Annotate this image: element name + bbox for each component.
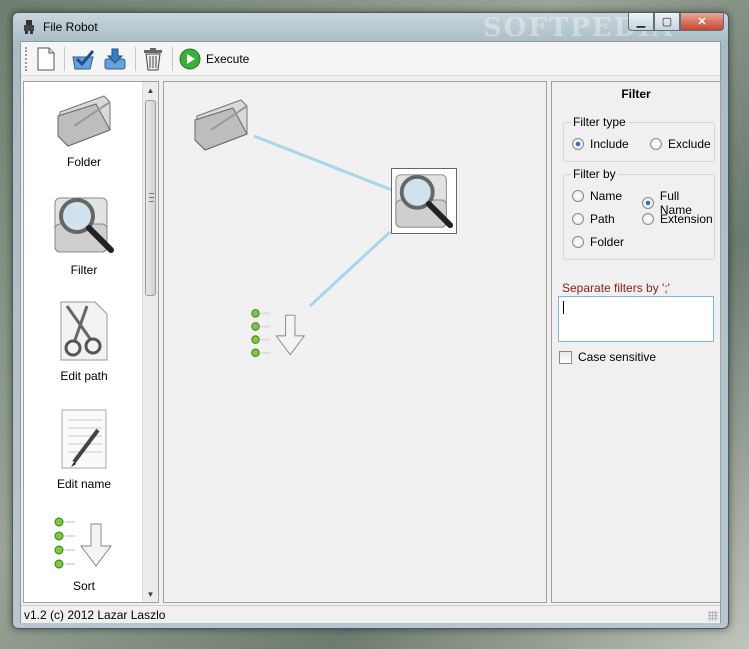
radio-indicator bbox=[650, 138, 662, 150]
robot-icon bbox=[24, 20, 34, 34]
radio-label: Name bbox=[590, 189, 623, 203]
radio-label: Folder bbox=[590, 235, 625, 249]
canvas-node-folder[interactable] bbox=[188, 94, 254, 155]
scissors-icon bbox=[60, 301, 108, 361]
radio-folder[interactable]: Folder bbox=[572, 235, 624, 249]
checkbox-box bbox=[559, 350, 572, 364]
minimize-icon: ▁ bbox=[636, 16, 646, 28]
magnifier-filter-icon bbox=[395, 174, 454, 229]
new-button[interactable] bbox=[34, 46, 58, 72]
palette-item-label: Edit name bbox=[56, 477, 112, 491]
palette-item-label: Sort bbox=[72, 579, 95, 593]
open-button[interactable] bbox=[69, 46, 99, 72]
window-title: File Robot bbox=[43, 20, 98, 34]
node-palette: Folder Filter Edit path Edit name Sort ▲… bbox=[23, 81, 159, 603]
canvas-node-sort[interactable] bbox=[248, 306, 310, 365]
save-button[interactable] bbox=[101, 46, 129, 72]
palette-item-edit-path[interactable]: Edit path bbox=[24, 300, 144, 383]
group-label: Filter type bbox=[571, 115, 628, 129]
separator-hint: Separate filters by ';' bbox=[562, 281, 670, 295]
trash-icon bbox=[144, 47, 162, 70]
palette-item-label: Folder bbox=[66, 155, 101, 169]
link-folder-filter bbox=[253, 134, 393, 192]
execute-label: Execute bbox=[206, 51, 250, 66]
play-icon bbox=[179, 48, 201, 69]
maximize-icon: ▢ bbox=[661, 16, 673, 28]
magnifier-filter-icon bbox=[54, 197, 114, 253]
new-document-icon bbox=[37, 47, 55, 70]
folder-icon bbox=[194, 99, 248, 151]
toolbar-grip[interactable] bbox=[25, 46, 28, 71]
palette-item-sort[interactable]: Sort bbox=[24, 516, 144, 593]
palette-item-label: Filter bbox=[70, 263, 98, 277]
palette-item-edit-name[interactable]: Edit name bbox=[24, 408, 144, 491]
radio-label: Extension bbox=[660, 212, 713, 226]
radio-indicator bbox=[572, 190, 584, 202]
radio-name[interactable]: Name bbox=[572, 189, 622, 203]
radio-indicator bbox=[642, 213, 654, 225]
close-icon: ✕ bbox=[697, 16, 707, 28]
filter-by-group: Filter by Name Full Name Path Extension bbox=[563, 167, 715, 260]
delete-button[interactable] bbox=[140, 46, 166, 72]
radio-exclude[interactable]: Exclude bbox=[650, 137, 711, 151]
workflow-canvas[interactable] bbox=[163, 81, 547, 603]
properties-panel: Filter Filter type Include Exclude Filte… bbox=[551, 81, 721, 603]
scroll-up-button[interactable]: ▲ bbox=[143, 82, 158, 98]
status-text: v1.2 (c) 2012 Lazar Laszlo bbox=[24, 608, 166, 622]
node-links bbox=[253, 134, 393, 308]
title-bar[interactable]: SOFTPEDIA File Robot ▁ ▢ ✕ bbox=[13, 13, 728, 43]
maximize-button[interactable]: ▢ bbox=[654, 13, 680, 31]
radio-label: Exclude bbox=[668, 137, 711, 151]
scroll-down-button[interactable]: ▼ bbox=[143, 586, 158, 602]
canvas-node-filter[interactable] bbox=[391, 168, 457, 234]
filter-type-group: Filter type Include Exclude bbox=[563, 115, 715, 162]
radio-label: Include bbox=[590, 137, 629, 151]
toolbar: Execute bbox=[21, 42, 720, 76]
palette-scrollbar[interactable]: ▲ ▼ bbox=[142, 82, 158, 602]
toolbar-separator bbox=[135, 46, 136, 71]
radio-indicator bbox=[572, 138, 584, 150]
radio-indicator bbox=[572, 236, 584, 248]
minimize-button[interactable]: ▁ bbox=[628, 13, 654, 31]
radio-indicator bbox=[642, 197, 654, 209]
radio-path[interactable]: Path bbox=[572, 212, 615, 226]
sort-arrow-icon bbox=[251, 309, 306, 358]
toolbar-separator bbox=[64, 46, 65, 71]
execute-button[interactable]: Execute bbox=[177, 46, 251, 72]
palette-item-folder[interactable]: Folder bbox=[24, 90, 144, 169]
group-label: Filter by bbox=[571, 167, 618, 181]
folder-icon bbox=[57, 95, 111, 147]
filter-text-input[interactable] bbox=[558, 296, 714, 342]
checkbox-label: Case sensitive bbox=[578, 350, 657, 364]
radio-extension[interactable]: Extension bbox=[642, 212, 713, 226]
open-checkmark-icon bbox=[72, 49, 95, 69]
app-window: SOFTPEDIA File Robot ▁ ▢ ✕ Execute Folde… bbox=[12, 12, 729, 629]
palette-item-label: Edit path bbox=[60, 369, 108, 383]
radio-include[interactable]: Include bbox=[572, 137, 629, 151]
client-area: Execute Folder Filter Edit path Edit nam… bbox=[20, 41, 721, 623]
toolbar-separator bbox=[172, 46, 173, 71]
grip-icon bbox=[149, 193, 154, 202]
save-download-icon bbox=[104, 48, 126, 69]
status-bar: v1.2 (c) 2012 Lazar Laszlo bbox=[21, 605, 720, 623]
panel-title: Filter bbox=[621, 87, 651, 101]
notepad-pencil-icon bbox=[61, 409, 107, 469]
resize-grip-icon[interactable] bbox=[708, 611, 718, 621]
case-sensitive-checkbox[interactable]: Case sensitive bbox=[559, 350, 656, 364]
close-button[interactable]: ✕ bbox=[680, 13, 724, 31]
radio-indicator bbox=[572, 213, 584, 225]
palette-item-filter[interactable]: Filter bbox=[24, 194, 144, 277]
link-filter-sort bbox=[308, 230, 392, 308]
text-caret bbox=[563, 301, 564, 314]
sort-arrow-icon bbox=[54, 517, 112, 569]
window-controls: ▁ ▢ ✕ bbox=[628, 13, 724, 31]
scroll-thumb[interactable] bbox=[145, 100, 156, 296]
radio-label: Path bbox=[590, 212, 615, 226]
